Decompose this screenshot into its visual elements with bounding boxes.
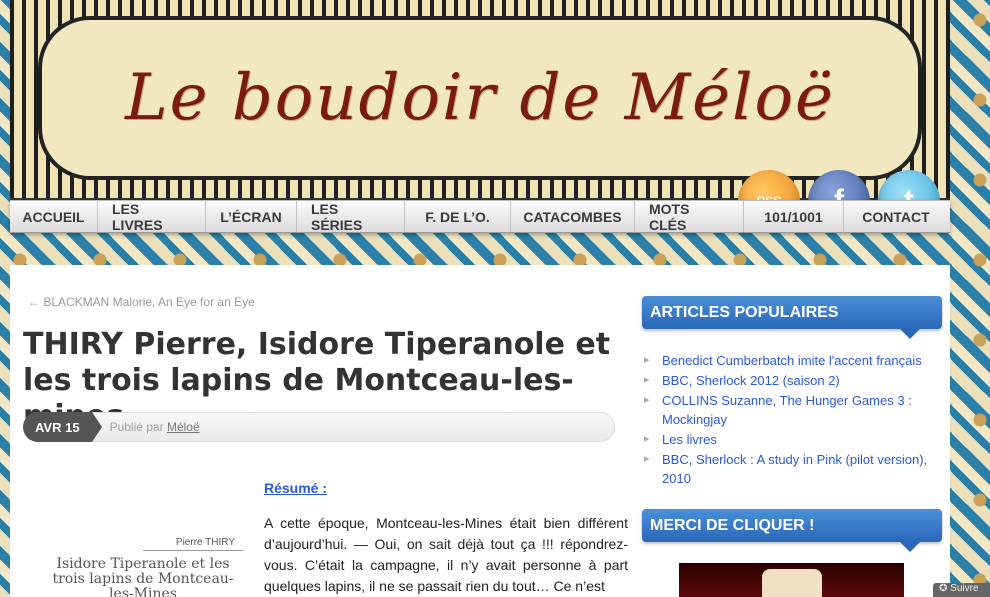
- popular-articles-title: ARTICLES POPULAIRES: [642, 296, 942, 339]
- nav-item-contact[interactable]: CONTACT: [844, 201, 948, 232]
- post-meta: Publié par Méloë: [110, 420, 200, 434]
- list-item[interactable]: BBC, Sherlock : A study in Pink (pilot v…: [644, 450, 940, 488]
- list-item[interactable]: Les livres: [644, 430, 940, 449]
- resume-label: Résumé: [264, 480, 319, 496]
- published-by-label: Publié par: [109, 420, 164, 434]
- list-item[interactable]: BBC, Sherlock 2012 (saison 2): [644, 371, 940, 390]
- author-link[interactable]: Méloë: [167, 420, 200, 434]
- follow-button[interactable]: ✪ Suivre: [933, 583, 990, 597]
- previous-post-link[interactable]: ← BLACKMAN Malorie, An Eye for an Eye: [28, 295, 255, 309]
- cover-divider: [143, 550, 243, 551]
- main-nav: ACCUEIL LES LIVRES L’ÉCRAN LES SÉRIES F.…: [10, 200, 950, 233]
- header-banner: Le boudoir de Méloë: [10, 0, 950, 200]
- post-body: A cette époque, Montceau-les-Mines était…: [264, 515, 628, 594]
- header-frame: Le boudoir de Méloë: [50, 28, 910, 168]
- list-item[interactable]: COLLINS Suzanne, The Hunger Games 3 : Mo…: [644, 391, 940, 429]
- nav-item-f-de-lo[interactable]: F. DE L’O.: [405, 201, 511, 232]
- merci-title: MERCI DE CLIQUER !: [642, 509, 942, 552]
- nav-item-catacombes[interactable]: CATACOMBES: [511, 201, 635, 232]
- resume-link[interactable]: Résumé :: [264, 480, 327, 496]
- list-item[interactable]: Benedict Cumberbatch imite l'accent fran…: [644, 351, 940, 370]
- banner-logo: [761, 569, 822, 597]
- nav-item-les-livres[interactable]: LES LIVRES: [98, 201, 206, 233]
- nav-item-les-series[interactable]: LES SÉRIES: [297, 201, 405, 233]
- popular-articles-list: Benedict Cumberbatch imite l'accent fran…: [644, 351, 940, 489]
- nav-item-mots-cles[interactable]: MOTS CLÉS: [635, 201, 744, 233]
- nav-item-101-1001[interactable]: 101/1001: [744, 201, 844, 232]
- post-meta-bar: AVR 15 Publié par Méloë: [23, 412, 615, 442]
- resume-colon: :: [318, 480, 328, 496]
- content-area: ← BLACKMAN Malorie, An Eye for an Eye TH…: [10, 265, 950, 597]
- nav-item-lecran[interactable]: L’ÉCRAN: [206, 201, 297, 232]
- banner-ad[interactable]: [679, 563, 904, 597]
- book-cover-image: Pierre THIRY Isidore Tiperanole et les t…: [23, 480, 253, 597]
- date-badge: AVR 15: [23, 412, 102, 442]
- cover-title: Isidore Tiperanole et les trois lapins d…: [52, 556, 234, 597]
- site-title[interactable]: Le boudoir de Méloë: [125, 61, 835, 135]
- nav-item-accueil[interactable]: ACCUEIL: [10, 201, 98, 232]
- cover-author: Pierre THIRY: [175, 537, 235, 548]
